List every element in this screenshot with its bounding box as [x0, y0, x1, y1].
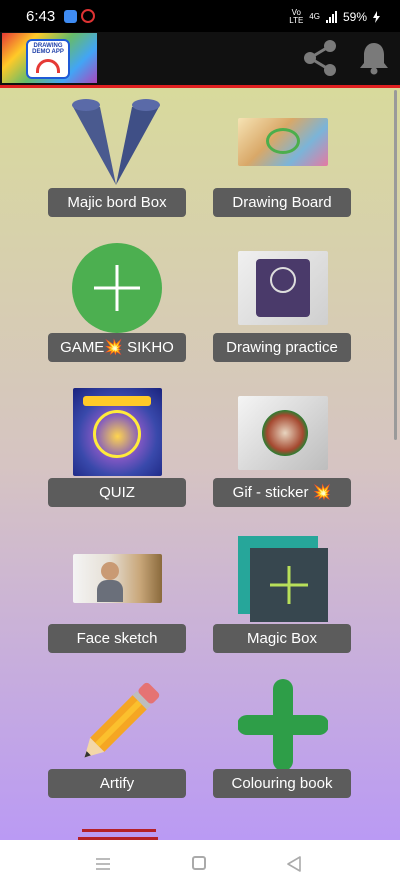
- quiz-thumbnail: [73, 388, 162, 476]
- pencil-icon: [84, 682, 160, 758]
- battery-level: 59%: [342, 10, 367, 24]
- drawing-practice-thumbnail: [238, 251, 328, 325]
- charging-icon: [373, 11, 380, 23]
- app-notification-icon: [64, 10, 77, 23]
- scrollbar[interactable]: [394, 90, 397, 440]
- tile-drawing-practice[interactable]: Drawing practice: [213, 243, 353, 363]
- tile-label: Magic Box: [213, 624, 351, 653]
- tile-quiz[interactable]: QUIZ: [48, 388, 188, 508]
- signal-icon: [325, 11, 337, 23]
- tile-label: Gif - sticker 💥: [213, 478, 351, 507]
- bell-icon[interactable]: [356, 40, 392, 76]
- app-logo[interactable]: DRAWING DEMO APP: [2, 33, 97, 83]
- volte-icon: Vo LTE: [289, 8, 304, 25]
- alert-notification-icon: [81, 9, 95, 23]
- plus-icon: [270, 566, 308, 604]
- tile-label: Face sketch: [48, 624, 186, 653]
- tile-drawing-board[interactable]: Drawing Board: [213, 97, 353, 217]
- crossed-markers-icon: [72, 99, 160, 185]
- tile-label: Majic bord Box: [48, 188, 186, 217]
- share-icon[interactable]: [300, 38, 340, 78]
- face-sketch-thumbnail: [73, 554, 162, 603]
- tile-label: Drawing practice: [213, 333, 351, 362]
- big-plus-icon: [238, 679, 328, 771]
- recent-apps-icon[interactable]: [96, 857, 110, 871]
- tile-game-sikho[interactable]: GAME💥 SIKHO: [48, 243, 188, 363]
- tile-majic-bord-box[interactable]: Majic bord Box: [48, 97, 188, 217]
- tile-label: QUIZ: [48, 478, 186, 507]
- home-icon[interactable]: [192, 856, 206, 870]
- back-icon[interactable]: [286, 856, 302, 872]
- network-type: 4G: [309, 12, 320, 21]
- tile-colouring-book[interactable]: Colouring book: [213, 679, 353, 799]
- logo-text: DRAWING DEMO APP: [32, 43, 64, 55]
- app-bar: DRAWING DEMO APP: [0, 32, 400, 88]
- tile-face-sketch[interactable]: Face sketch: [48, 534, 188, 654]
- status-time: 6:43: [26, 8, 56, 25]
- tile-label: Drawing Board: [213, 188, 351, 217]
- tile-label: Colouring book: [213, 769, 351, 798]
- status-bar: 6:43 Vo LTE 4G 59%: [0, 0, 400, 32]
- gif-sticker-thumbnail: [238, 396, 328, 470]
- tile-gif-sticker[interactable]: Gif - sticker 💥: [213, 388, 353, 508]
- tile-label: GAME💥 SIKHO: [48, 333, 186, 362]
- status-indicators: Vo LTE 4G 59%: [289, 9, 380, 25]
- tile-artify[interactable]: Artify: [48, 679, 188, 799]
- tile-magic-box[interactable]: Magic Box: [213, 534, 353, 654]
- plus-circle-icon: [72, 243, 162, 333]
- drawing-board-thumbnail: [238, 118, 328, 166]
- tile-label: Artify: [48, 769, 186, 798]
- rainbow-icon: [36, 59, 60, 73]
